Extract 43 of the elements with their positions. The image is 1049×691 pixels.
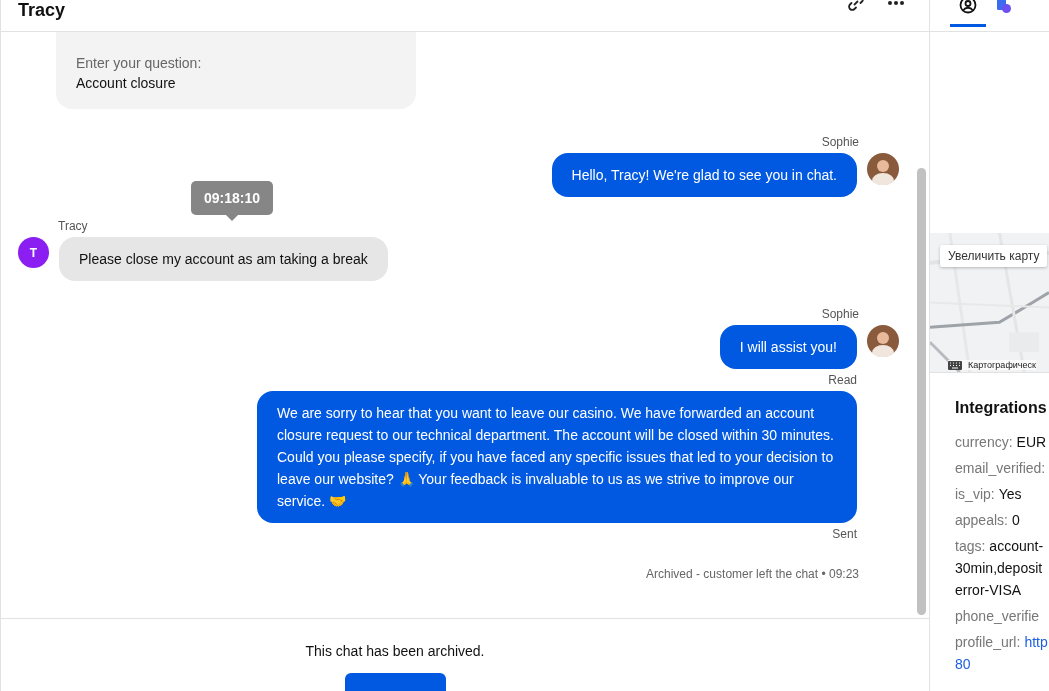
message-bubble: We are sorry to hear that you want to leave our casino. We have forwarded an account closure request to our technical department. The account will be closed within 30 minutes. Could you please specify, if you have faced any specific issues that led to your decision to leave our website? 🙏 Your feedback is invaluable to us as we strive to improve our service. 🤝 <box>257 391 857 523</box>
avatar: T <box>18 237 49 268</box>
author-name: Sophie <box>821 307 859 321</box>
field-key: profile_url: <box>955 631 1021 653</box>
form-label: Enter your question: <box>76 55 203 71</box>
scrollbar[interactable] <box>917 168 926 615</box>
field-value: EUR <box>1016 433 1047 452</box>
timestamp-tooltip: 09:18:10 <box>191 181 274 221</box>
message-status: Read <box>828 373 857 387</box>
keyboard-icon[interactable] <box>948 360 962 370</box>
pointer-icon <box>226 215 238 221</box>
author-name: Tracy <box>58 219 89 233</box>
map-attribution: Картографическ <box>968 360 1036 370</box>
more-icon[interactable] <box>887 0 905 6</box>
panel-tab[interactable] <box>950 0 986 27</box>
field-key: appeals: <box>955 509 1008 531</box>
message-bubble: I will assist you! <box>719 325 857 369</box>
field-value: 0 <box>1011 511 1020 530</box>
author-name: Sophie <box>821 135 859 149</box>
field-value: account- <box>989 537 1044 556</box>
avatar-icon <box>867 325 899 357</box>
chat-document-icon <box>996 0 1012 14</box>
chat-title: Tracy <box>18 0 66 20</box>
field-key: email_verified: <box>955 457 1046 479</box>
message-bubble: Hello, Tracy! We're glad to see you in chat. <box>551 153 857 197</box>
message-bubble: Please close my account as am taking a break <box>59 237 388 281</box>
profile-link[interactable]: 80 <box>955 653 1049 675</box>
field-key: tags: <box>955 535 986 557</box>
archived-notice: This chat has been archived. <box>305 643 485 659</box>
avatar-icon <box>867 153 899 185</box>
field-key: currency: <box>955 431 1013 453</box>
form-value: Account closure <box>76 75 177 91</box>
enlarge-map-button[interactable]: Увеличить карту <box>940 245 1048 267</box>
field-value: error-VISA <box>955 581 1023 600</box>
section-title: Integrations <box>955 399 1048 417</box>
archive-status: Archived - customer left the chat • 09:23 <box>646 567 859 581</box>
field-key: phone_verifie <box>955 605 1040 627</box>
field-value: 30min,deposit <box>955 559 1044 578</box>
field-key: is_vip: <box>955 483 995 505</box>
message-status: Sent <box>832 527 857 541</box>
field-value: Yes <box>998 485 1022 504</box>
profile-link[interactable]: http <box>1024 631 1048 653</box>
user-icon <box>959 0 977 14</box>
